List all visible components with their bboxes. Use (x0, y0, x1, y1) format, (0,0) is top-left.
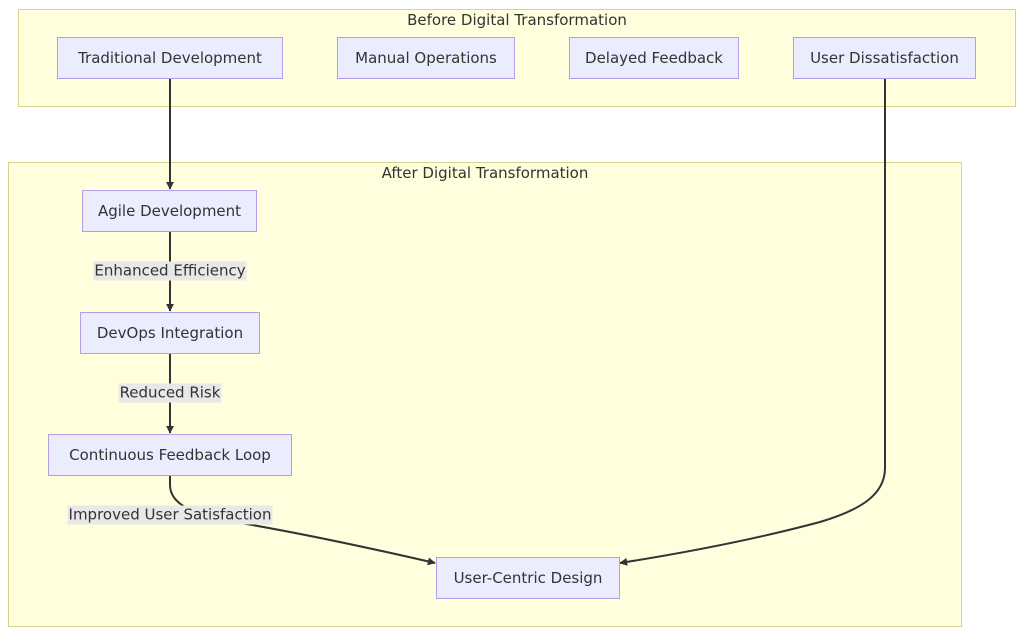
node-manual-operations[interactable]: Manual Operations (337, 37, 515, 79)
node-continuous-feedback-loop[interactable]: Continuous Feedback Loop (48, 434, 292, 476)
node-delayed-feedback[interactable]: Delayed Feedback (569, 37, 739, 79)
cluster-before-title: Before Digital Transformation (407, 11, 627, 29)
edge-label-improved-user-satisfaction: Improved User Satisfaction (67, 505, 273, 525)
node-user-centric-design[interactable]: User-Centric Design (436, 557, 620, 599)
node-traditional-development[interactable]: Traditional Development (57, 37, 283, 79)
cluster-after-title: After Digital Transformation (381, 164, 589, 182)
edge-label-enhanced-efficiency: Enhanced Efficiency (93, 261, 247, 281)
node-agile-development[interactable]: Agile Development (82, 190, 257, 232)
node-user-dissatisfaction[interactable]: User Dissatisfaction (793, 37, 976, 79)
edge-label-reduced-risk: Reduced Risk (118, 383, 222, 403)
node-devops-integration[interactable]: DevOps Integration (80, 312, 260, 354)
